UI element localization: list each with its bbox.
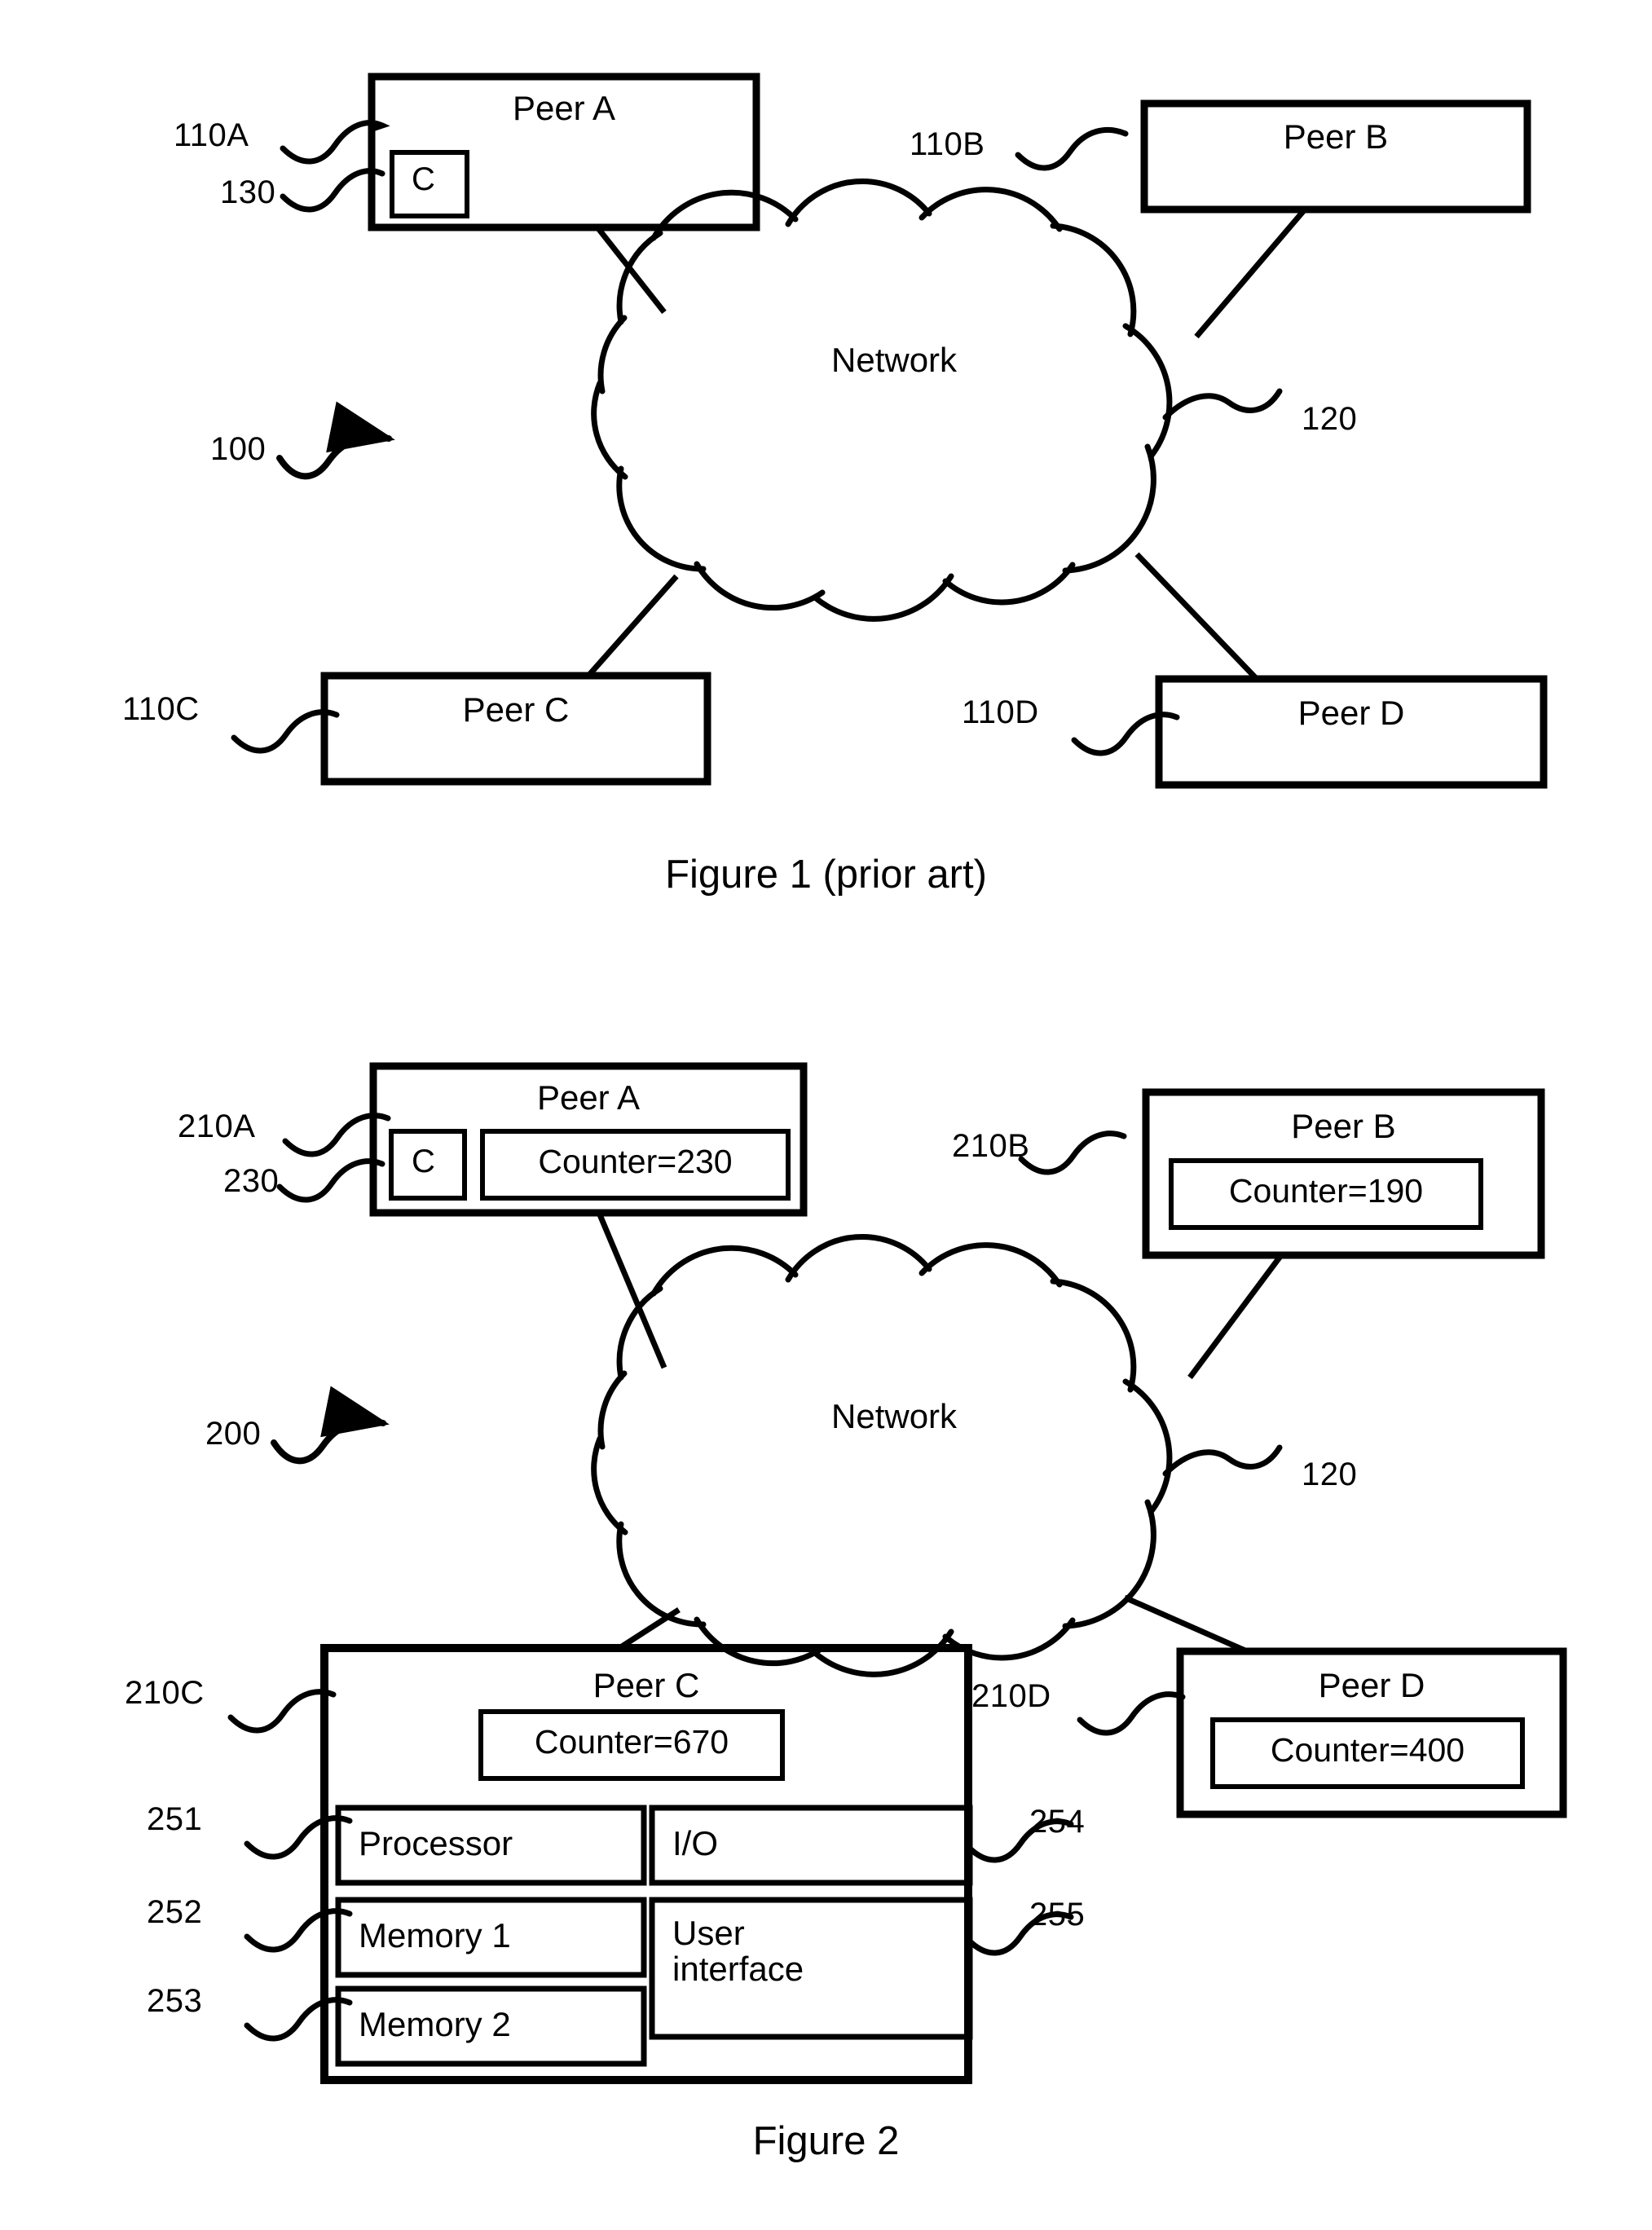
fig1-peer-b-label: Peer B	[1283, 117, 1389, 156]
fig2-peer-a-label: Peer A	[536, 1078, 641, 1117]
fig2-peer-a-ref: 210A	[178, 1108, 256, 1144]
fig2-peer-a-counter: Counter=230	[538, 1143, 733, 1180]
fig1-system-ref: 100	[210, 431, 267, 467]
fig2-peer-a-inner-letter: C	[412, 1144, 435, 1179]
fig2-peer-a-inner-ref: 230	[223, 1163, 280, 1199]
fig1-peer-a-inner-letter: C	[412, 161, 435, 197]
fig2-user-interface-ref: 255	[1029, 1897, 1086, 1933]
fig2-cloud-label: Network	[831, 1397, 958, 1435]
fig2-peer-b-label: Peer B	[1291, 1107, 1396, 1145]
fig2-processor-label: Processor	[359, 1824, 513, 1862]
fig2-memory-2-ref: 253	[147, 1983, 203, 2019]
fig2-memory-2-label: Memory 2	[359, 2005, 511, 2043]
fig2-memory-1-label: Memory 1	[359, 1916, 511, 1955]
fig1-peer-c-label: Peer C	[462, 690, 570, 729]
fig1-peer-c-ref: 110C	[122, 691, 200, 727]
fig2-peer-b-counter: Counter=190	[1228, 1172, 1424, 1210]
fig2-io-ref: 254	[1029, 1804, 1086, 1840]
fig2-caption: Figure 2	[752, 2119, 900, 2163]
fig2-processor-ref: 251	[147, 1801, 203, 1837]
patent-drawing-sheet: 110A 130 C Peer A 110B Peer B 110C Peer …	[0, 0, 1652, 2230]
fig2-io-label: I/O	[672, 1824, 719, 1862]
fig1-caption: Figure 1 (prior art)	[665, 853, 987, 897]
fig1-peer-a-label: Peer A	[512, 89, 616, 127]
fig2-memory-1-ref: 252	[147, 1894, 203, 1930]
fig2-peer-c-counter: Counter=670	[534, 1723, 729, 1761]
fig1-peer-d-label: Peer D	[1297, 694, 1405, 732]
fig2-peer-d-counter: Counter=400	[1270, 1731, 1465, 1769]
fig2-cloud-ref: 120	[1302, 1457, 1358, 1492]
fig2-peer-d-label: Peer D	[1318, 1666, 1425, 1704]
fig1-cloud-label: Network	[831, 341, 958, 379]
fig2-user-interface-label: User interface	[672, 1914, 804, 1989]
fig2-peer-c-label: Peer C	[593, 1666, 700, 1704]
fig1-cloud-ref: 120	[1302, 401, 1358, 437]
fig1-peer-d-ref: 110D	[962, 694, 1039, 730]
fig1-peer-a-ref: 110A	[174, 117, 249, 153]
fig2-peer-b-ref: 210B	[952, 1128, 1030, 1164]
fig2-peer-c-ref: 210C	[125, 1675, 205, 1711]
fig1-peer-b-ref: 110B	[910, 126, 985, 162]
fig2-peer-d-ref: 210D	[971, 1678, 1051, 1714]
fig1-peer-a-inner-ref: 130	[220, 174, 276, 210]
fig2-system-ref: 200	[205, 1416, 262, 1452]
